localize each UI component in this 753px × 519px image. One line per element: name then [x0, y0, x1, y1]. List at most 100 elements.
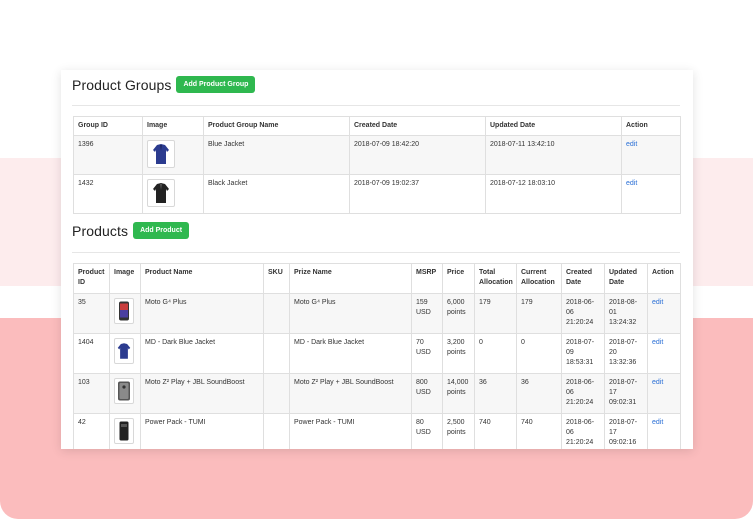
created-date-cell: 2018-06-06 21:20:24 — [561, 293, 605, 334]
updated-date-cell: 2018-07-11 13:42:10 — [485, 135, 622, 175]
table-row: 35 Moto G⁴ Plus Moto G⁴ Plus 159 USD 6,0… — [73, 293, 681, 334]
action-cell: edit — [621, 174, 681, 214]
table-row: 103 Moto Z² Play + JBL SoundBoost Moto Z… — [73, 373, 681, 414]
product-id-cell: 103 — [73, 373, 110, 414]
edit-link[interactable]: edit — [652, 379, 663, 386]
black-jacket-image — [147, 179, 175, 207]
add-product-button[interactable]: Add Product — [133, 222, 190, 239]
column-header: Group ID — [73, 116, 143, 136]
action-cell: edit — [647, 293, 681, 334]
column-header: Product Group Name — [203, 116, 350, 136]
current-allocation-cell: 36 — [516, 373, 562, 414]
column-header: Action — [621, 116, 681, 136]
product-image-cell — [109, 333, 141, 374]
content-card: Product Groups Add Product Group Group I… — [61, 70, 693, 449]
product-id-cell: 1404 — [73, 333, 110, 374]
products-table: Product ID Image Product Name SKU Prize … — [73, 263, 681, 449]
created-date-cell: 2018-07-09 18:42:20 — [349, 135, 486, 175]
product-name-cell: MD - Dark Blue Jacket — [140, 333, 264, 374]
sku-cell — [263, 373, 290, 414]
edit-link[interactable]: edit — [652, 419, 663, 426]
price-cell: 6,000 points — [442, 293, 475, 334]
total-allocation-cell: 179 — [474, 293, 517, 334]
sku-cell — [263, 333, 290, 374]
column-header: Image — [142, 116, 204, 136]
sku-cell — [263, 413, 290, 449]
product-groups-title: Product Groups — [72, 76, 172, 93]
prize-name-cell: Moto Z² Play + JBL SoundBoost — [289, 373, 412, 414]
column-header: Updated Date — [485, 116, 622, 136]
product-name-cell: Moto Z² Play + JBL SoundBoost — [140, 373, 264, 414]
column-header: Created Date — [561, 263, 605, 294]
current-allocation-cell: 740 — [516, 413, 562, 449]
product-id-cell: 42 — [73, 413, 110, 449]
current-allocation-cell: 179 — [516, 293, 562, 334]
msrp-cell: 159 USD — [411, 293, 443, 334]
updated-date-cell: 2018-08-01 13:24:32 — [604, 293, 648, 334]
total-allocation-cell: 0 — [474, 333, 517, 374]
created-date-cell: 2018-06-06 21:20:24 — [561, 373, 605, 414]
table-row: 1404 MD - Dark Blue Jacket MD - Dark Blu… — [73, 333, 681, 374]
group-name-cell: Black Jacket — [203, 174, 350, 214]
table-header-row: Product ID Image Product Name SKU Prize … — [73, 263, 681, 294]
product-id-cell: 35 — [73, 293, 110, 334]
table-row: 1432 Black Jacket 2018-07-09 19:02:37 20… — [73, 174, 681, 214]
product-image-cell — [109, 413, 141, 449]
column-header: Price — [442, 263, 475, 294]
action-cell: edit — [621, 135, 681, 175]
column-header: MSRP — [411, 263, 443, 294]
edit-link[interactable]: edit — [652, 299, 663, 306]
created-date-cell: 2018-06-06 21:20:24 — [561, 413, 605, 449]
power-pack-image — [114, 418, 134, 444]
phone-image — [114, 298, 134, 324]
column-header: Updated Date — [604, 263, 648, 294]
total-allocation-cell: 36 — [474, 373, 517, 414]
prize-name-cell: MD - Dark Blue Jacket — [289, 333, 412, 374]
table-row: 42 Power Pack - TUMI Power Pack - TUMI 8… — [73, 413, 681, 449]
price-cell: 3,200 points — [442, 333, 475, 374]
msrp-cell: 800 USD — [411, 373, 443, 414]
edit-link[interactable]: edit — [626, 141, 637, 148]
column-header: Created Date — [349, 116, 486, 136]
phone-speaker-image — [114, 378, 134, 404]
updated-date-cell: 2018-07-20 13:32:36 — [604, 333, 648, 374]
action-cell: edit — [647, 333, 681, 374]
prize-name-cell: Moto G⁴ Plus — [289, 293, 412, 334]
msrp-cell: 70 USD — [411, 333, 443, 374]
group-name-cell: Blue Jacket — [203, 135, 350, 175]
divider — [72, 252, 680, 253]
msrp-cell: 80 USD — [411, 413, 443, 449]
column-header: Product ID — [73, 263, 110, 294]
price-cell: 2,500 points — [442, 413, 475, 449]
column-header: Image — [109, 263, 141, 294]
product-groups-header: Product Groups Add Product Group — [72, 76, 256, 93]
add-product-group-button[interactable]: Add Product Group — [176, 76, 256, 93]
updated-date-cell: 2018-07-17 09:02:31 — [604, 373, 648, 414]
product-name-cell: Power Pack - TUMI — [140, 413, 264, 449]
created-date-cell: 2018-07-09 18:53:31 — [561, 333, 605, 374]
product-groups-table: Group ID Image Product Group Name Create… — [73, 116, 681, 214]
column-header: Total Allocation — [474, 263, 517, 294]
column-header: Current Allocation — [516, 263, 562, 294]
table-row: 1396 Blue Jacket 2018-07-09 18:42:20 201… — [73, 135, 681, 175]
edit-link[interactable]: edit — [626, 180, 637, 187]
divider — [72, 105, 680, 106]
products-header: Products Add Product — [72, 222, 190, 239]
total-allocation-cell: 740 — [474, 413, 517, 449]
updated-date-cell: 2018-07-12 18:03:10 — [485, 174, 622, 214]
column-header: Product Name — [140, 263, 264, 294]
product-name-cell: Moto G⁴ Plus — [140, 293, 264, 334]
table-header-row: Group ID Image Product Group Name Create… — [73, 116, 681, 136]
column-header: SKU — [263, 263, 290, 294]
blue-jacket-image — [114, 338, 134, 364]
current-allocation-cell: 0 — [516, 333, 562, 374]
edit-link[interactable]: edit — [652, 339, 663, 346]
products-title: Products — [72, 222, 129, 239]
group-image-cell — [142, 174, 204, 214]
updated-date-cell: 2018-07-17 09:02:16 — [604, 413, 648, 449]
column-header: Prize Name — [289, 263, 412, 294]
column-header: Action — [647, 263, 681, 294]
sku-cell — [263, 293, 290, 334]
action-cell: edit — [647, 373, 681, 414]
price-cell: 14,000 points — [442, 373, 475, 414]
